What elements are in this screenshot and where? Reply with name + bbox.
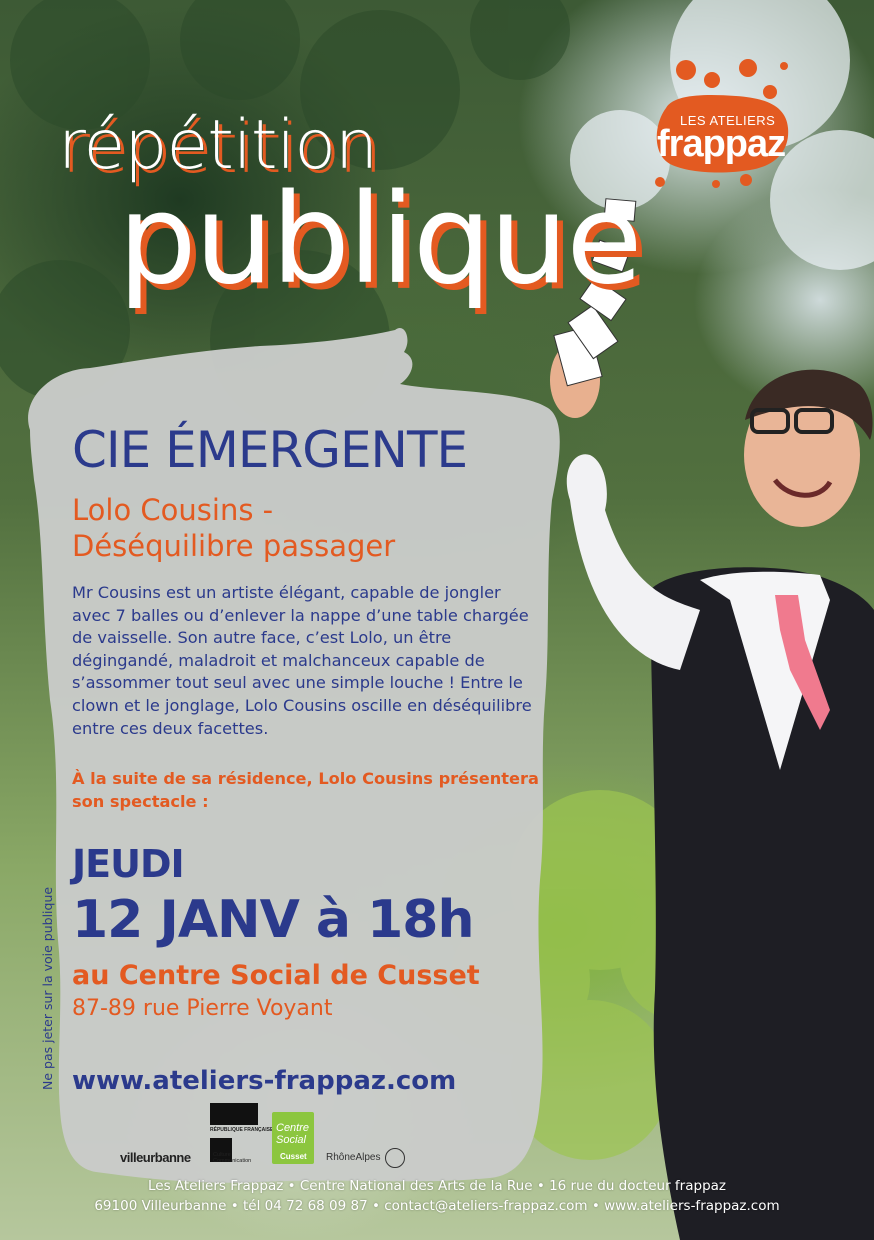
centre-social-text: Centre Social [276, 1122, 310, 1146]
footer-line-1: Les Ateliers Frappaz • Centre National d… [148, 1178, 726, 1194]
website-link[interactable]: www.ateliers-frappaz.com [72, 1068, 456, 1094]
villeurbanne-logo: villeurbanne [120, 1150, 191, 1165]
show-title: Lolo Cousins - Déséquilibre passager [72, 492, 395, 564]
rhonealpes-logo: RhôneAlpes [326, 1152, 381, 1163]
side-note: Ne pas jeter sur la voie publique [40, 886, 55, 1090]
event-address: 87-89 rue Pierre Voyant [72, 996, 333, 1021]
marianne-icon [210, 1103, 258, 1125]
cusset-text: Cusset [280, 1152, 307, 1161]
republique-logo: RÉPUBLIQUE FRANÇAISE [210, 1127, 274, 1133]
culture-logo: Culture Communication [213, 1152, 252, 1164]
show-highlight: À la suite de sa résidence, Lolo Cousins… [72, 769, 539, 811]
company-heading: CIE ÉMERGENTE [72, 421, 468, 479]
title-line-2: publique [118, 168, 643, 312]
show-description: Mr Cousins est un artiste élégant, capab… [72, 583, 532, 738]
show-title-line-1: Lolo Cousins - [72, 493, 274, 527]
event-day: JEUDI [72, 842, 185, 886]
rhonealpes-emblem-icon [385, 1148, 405, 1168]
performer-illustration [550, 198, 874, 1240]
logo-big-text: frappaz [657, 123, 786, 165]
show-title-line-2: Déséquilibre passager [72, 529, 396, 563]
event-datetime: 12 JANV à 18h [72, 890, 475, 950]
event-venue: au Centre Social de Cusset [72, 960, 480, 991]
footer-line-2: 69100 Villeurbanne • tél 04 72 68 09 87 … [94, 1198, 780, 1214]
